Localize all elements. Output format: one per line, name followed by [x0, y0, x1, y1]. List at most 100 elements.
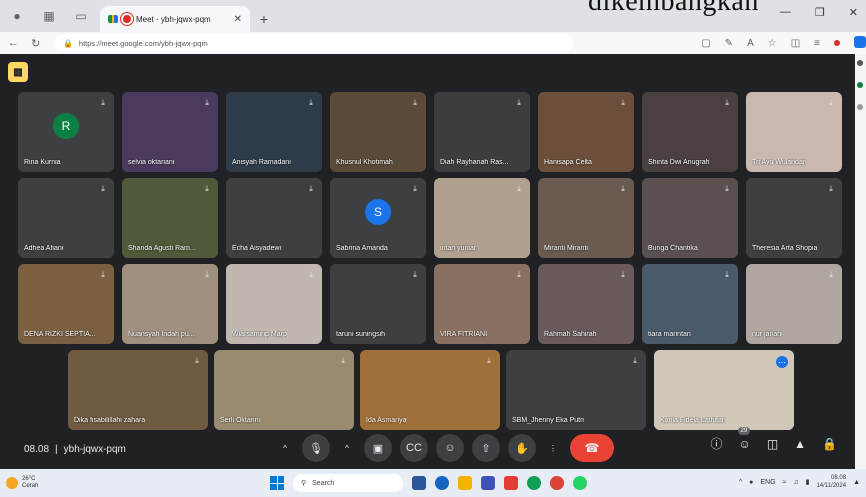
new-tab-button[interactable]: +	[254, 6, 274, 32]
participant-tile[interactable]: ⤓ nur janah	[746, 264, 842, 344]
split-screen-icon[interactable]: ◫	[791, 38, 800, 49]
people-button[interactable]: 29 ☺	[737, 426, 751, 451]
participant-name: tiara marintan	[648, 331, 691, 338]
lang-indicator[interactable]: ENG	[760, 479, 775, 486]
participant-tile[interactable]: ⤓ selvia oktariani	[122, 92, 218, 172]
tab-meet[interactable]: Meet - ybh-jqwx-pqm ✕	[100, 6, 250, 32]
participant-tile[interactable]: ⤓ Shanda Agusti Ram...	[122, 178, 218, 258]
participant-tile[interactable]: ⤓ tiara marintan	[642, 264, 738, 344]
participant-tile[interactable]: ⤓ DENA RIZKI SEPTIA...	[18, 264, 114, 344]
participant-tile[interactable]: ⤓ Echa Aisyadewi	[226, 178, 322, 258]
start-icon[interactable]	[270, 476, 284, 490]
tile-more-icon[interactable]: ⋯	[776, 356, 788, 368]
font-icon[interactable]: A	[747, 38, 754, 49]
read-aloud-icon[interactable]: ✎	[725, 38, 733, 49]
participant-tile[interactable]: ⤓ Tri Ayu Wulandari	[746, 92, 842, 172]
hangup-icon: ☎	[584, 441, 600, 455]
participant-tile[interactable]: ⤓ Adhea Afiani	[18, 178, 114, 258]
task-view-icon[interactable]	[412, 476, 426, 490]
participant-tile[interactable]: R ⤓ Rina Kurnia	[18, 92, 114, 172]
chat-icon[interactable]: ◫	[767, 437, 778, 451]
raise-hand-button[interactable]: ✋	[508, 434, 536, 462]
whatsapp-icon[interactable]	[573, 476, 587, 490]
close-tab-icon[interactable]: ✕	[234, 14, 242, 25]
participant-tile[interactable]: ⤓ intan yuniar	[434, 178, 530, 258]
sidebar-app-icon[interactable]	[857, 82, 863, 88]
tray-chevron-icon[interactable]: ^	[739, 479, 742, 486]
participant-tile[interactable]: ⤓ Serli Oktarini	[214, 350, 354, 430]
profile-icon[interactable]: ●	[6, 5, 28, 27]
participant-tile[interactable]: ⤓ Anisyah Ramadani	[226, 92, 322, 172]
edge-icon[interactable]	[527, 476, 541, 490]
clock[interactable]: 08.08 14/11/2024	[816, 474, 846, 490]
participant-tile[interactable]: ⤓ Miranti Miranti	[538, 178, 634, 258]
participant-tile[interactable]: ⤓ Nuansyah Indah pu...	[122, 264, 218, 344]
leave-call-button[interactable]: ☎	[570, 434, 614, 462]
favorite-icon[interactable]: ☆	[768, 38, 777, 49]
camera-options-button[interactable]: ^	[338, 434, 356, 462]
reload-icon[interactable]: ↻	[26, 37, 44, 50]
favorites-bar-icon[interactable]: ≡	[814, 38, 820, 49]
participant-tile[interactable]: ⤓ Ida Asmariya	[360, 350, 500, 430]
more-options-button[interactable]: ⋮	[544, 434, 562, 462]
app-icon-2[interactable]	[481, 476, 495, 490]
window-close-icon[interactable]: ✕	[849, 6, 858, 19]
participant-tile[interactable]: ⤓ Dika fisabilillahi zahara	[68, 350, 208, 430]
meet-control-bar: 08.08 | ybh-jqwx-pqm ^ 🎙 ^ ▣ CC ☺ ⇧ ✋ ⋮ …	[0, 426, 855, 469]
participant-tile[interactable]: ⤓ taruni suningsih	[330, 264, 426, 344]
app-icon-3[interactable]	[504, 476, 518, 490]
participant-tile[interactable]: ⤓ SBM_Jhenny Eka Putri	[506, 350, 646, 430]
minimize-icon[interactable]: —	[780, 6, 791, 19]
extensions-icon[interactable]	[834, 38, 840, 49]
weather-widget[interactable]: 26°C Cerah	[6, 476, 38, 490]
participant-tile[interactable]: ⤓ Shinta Dwi Anugrah	[642, 92, 738, 172]
meet-stage: ▩ R ⤓ Rina Kurnia ⤓ selvia oktariani ⤓ Anisyah…	[0, 54, 855, 469]
sidebar-search-icon[interactable]	[857, 60, 863, 66]
participant-tile[interactable]: ⤓ Diah Rayhanah Ras...	[434, 92, 530, 172]
activities-icon[interactable]: ▲	[794, 437, 806, 451]
people-count: 29	[737, 426, 751, 435]
meet-activity-icon[interactable]: ▩	[8, 62, 28, 82]
mic-button[interactable]: 🎙	[302, 434, 330, 462]
meeting-separator: |	[55, 443, 58, 455]
volume-icon[interactable]: ♫	[793, 479, 798, 486]
participant-tile[interactable]: ⤓ Khusnul Khotimah	[330, 92, 426, 172]
file-explorer-icon[interactable]	[458, 476, 472, 490]
mic-muted-icon: ⤓	[101, 270, 105, 279]
notification-icon[interactable]: ▲	[853, 479, 860, 486]
info-icon[interactable]: ⓘ	[711, 435, 723, 452]
sidebar-add-icon[interactable]	[857, 104, 863, 110]
participant-tile[interactable]: ⤓⋯Kania Fidela Lathifah	[654, 350, 794, 430]
chrome-icon[interactable]	[550, 476, 564, 490]
workspaces-icon[interactable]: ▦	[38, 5, 60, 27]
participant-tile[interactable]: ⤓ Rahmah Sahirah	[538, 264, 634, 344]
participant-name: Dika fisabilillahi zahara	[74, 417, 146, 424]
camera-button[interactable]: ▣	[364, 434, 392, 462]
hand-icon: ✋	[515, 442, 529, 455]
battery-icon[interactable]: ▮	[806, 478, 810, 486]
copilot-icon[interactable]	[854, 35, 866, 51]
participant-tile[interactable]: ⤓ Hanisapa Celta	[538, 92, 634, 172]
app-icon-1[interactable]	[435, 476, 449, 490]
present-button[interactable]: ⇧	[472, 434, 500, 462]
emoji-button[interactable]: ☺	[436, 434, 464, 462]
url-field[interactable]: 🔒 https://meet.google.com/ybh-jqwx-pqm	[54, 34, 574, 52]
mic-muted-icon: ⤓	[205, 98, 209, 107]
participant-tile[interactable]: ⤓ Wiarsamirip Marp	[226, 264, 322, 344]
tab-actions-icon[interactable]: ▭	[70, 5, 92, 27]
wifi-icon[interactable]: ≈	[783, 479, 787, 486]
participant-tile[interactable]: S ⤓ Sabrina Amanda	[330, 178, 426, 258]
host-controls-icon[interactable]: 🔒	[822, 437, 837, 451]
participant-name: Nuansyah Indah pu...	[128, 331, 195, 338]
participant-tile[interactable]: ⤓ VIRA FITRIANI	[434, 264, 530, 344]
mic-options-button[interactable]: ^	[276, 434, 294, 462]
taskbar-search[interactable]: ⚲ Search	[293, 474, 403, 492]
participant-tile[interactable]: ⤓ Theresia Arta Shopia	[746, 178, 842, 258]
captions-button[interactable]: CC	[400, 434, 428, 462]
back-icon[interactable]: ←	[4, 37, 22, 49]
maximize-icon[interactable]: ❐	[815, 6, 825, 19]
participant-tile[interactable]: ⤓ Bunga Chantika	[642, 178, 738, 258]
taskbar: 26°C Cerah ⚲ Search ^ ● ENG ≈ ♫ ▮ 08.08 …	[0, 469, 866, 497]
camera-icon[interactable]: ▢	[701, 38, 710, 49]
tray-app-icon[interactable]: ●	[749, 479, 753, 486]
